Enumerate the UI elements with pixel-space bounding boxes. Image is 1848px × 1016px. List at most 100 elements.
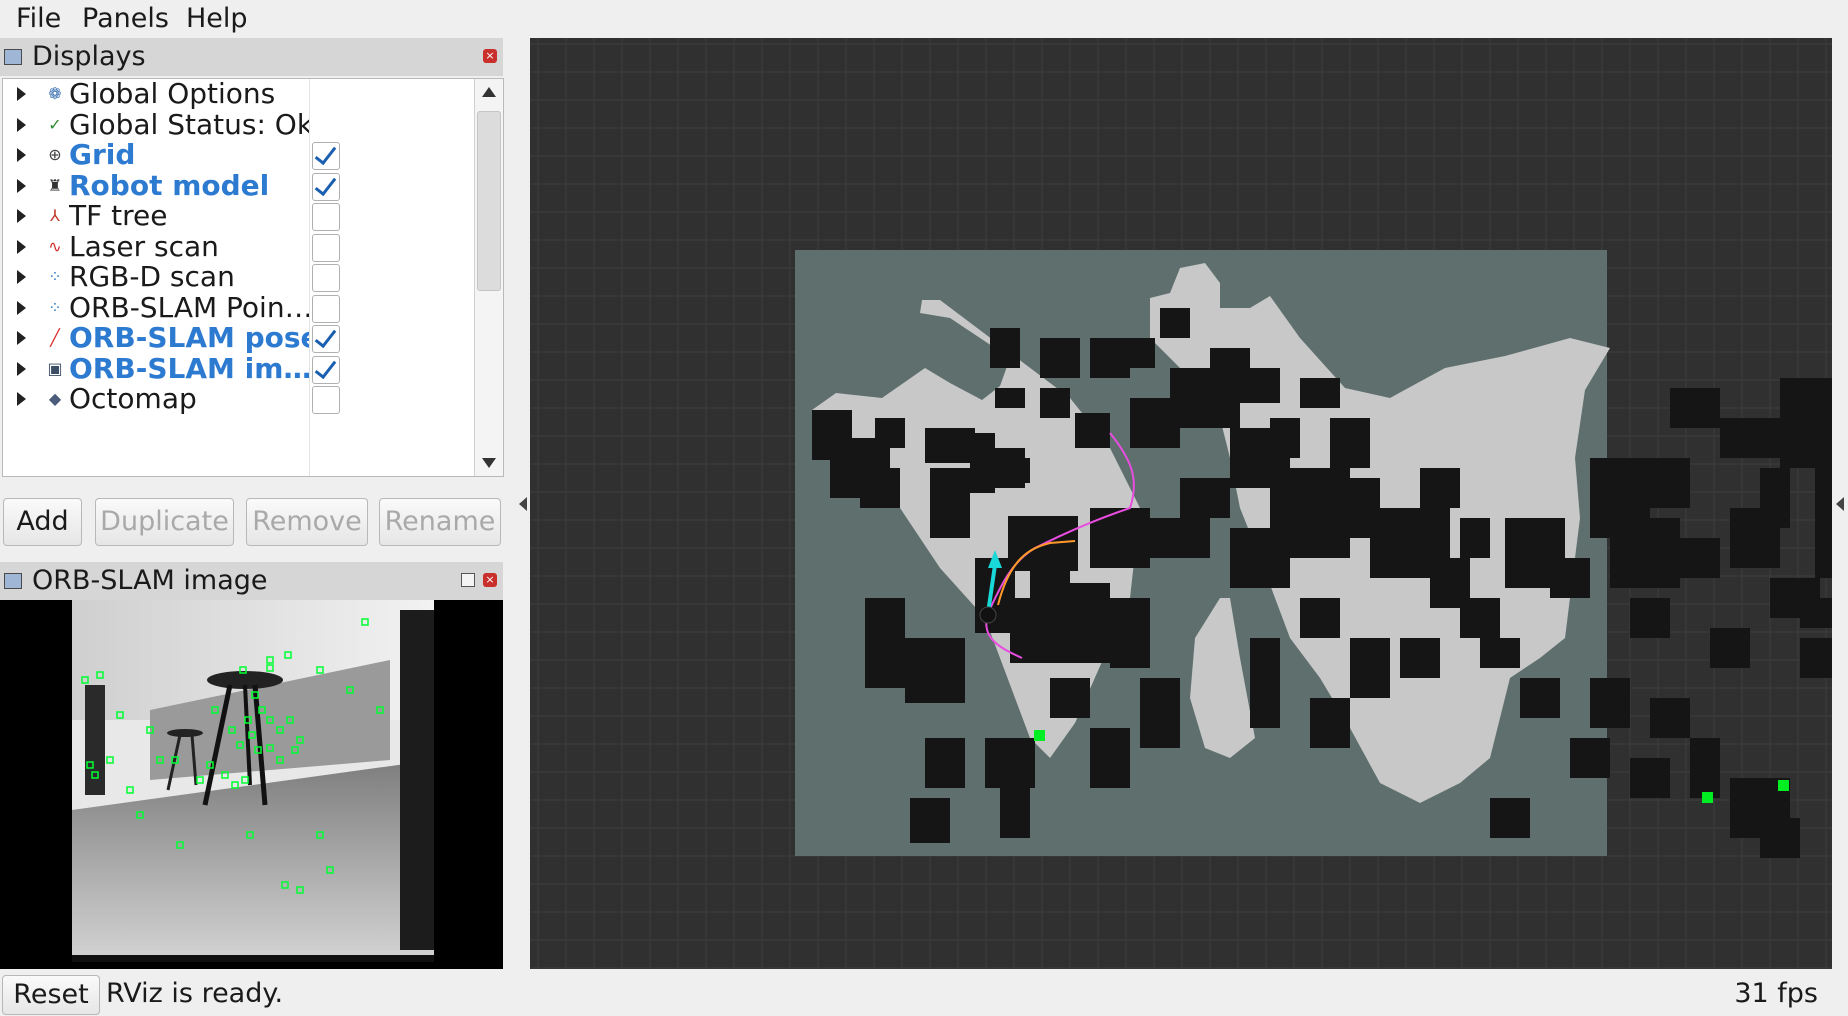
image-panel-title: ORB-SLAM image [32,565,268,596]
laser-icon: ∿ [48,236,62,256]
camera-image [72,600,434,962]
obstacle-cell [1250,638,1280,728]
obstacle-cell [1800,598,1832,628]
3d-viewport[interactable] [530,38,1832,969]
expand-arrow-icon[interactable] [17,300,26,315]
octomap-icon: ◆ [48,389,62,408]
displays-panel-header: Displays × [0,38,503,76]
map-view[interactable] [530,38,1832,969]
obstacle-cell [1815,458,1832,578]
fps-counter: 31 fps [1734,978,1818,1009]
obstacle-cell [1460,518,1490,558]
obstacle-cell [1420,468,1460,508]
obstacle-cell [1300,598,1340,638]
duplicate-button[interactable]: Duplicate [95,498,234,546]
obstacle-cell [1310,698,1350,748]
enable-checkbox[interactable] [312,203,340,231]
obstacle-cell [1330,418,1370,468]
robot-icon: ♜ [47,175,63,195]
obstacle-cell [1680,538,1720,578]
obstacle-cell [1160,308,1190,338]
add-button[interactable]: Add [3,498,82,546]
obstacle-cell [1650,698,1690,738]
obstacle-cell [1400,638,1440,678]
obstacle-cell [1350,638,1390,698]
obstacle-cell [875,418,905,448]
obstacle-cell [1630,758,1670,798]
obstacle-cell [925,428,975,463]
expand-arrow-icon[interactable] [17,148,26,162]
axes-icon: ⅄ [50,206,60,225]
collapse-right-icon[interactable] [1836,497,1844,511]
pointcloud-icon: ⁘ [48,267,62,286]
obstacle-cell [985,448,1025,488]
displays-tree[interactable]: ❁ Global Options ✓ Global Status: Ok ⊕ Grid ♜ R… [2,77,504,477]
display-item-label: Octomap [69,382,197,415]
obstacle-cell [995,388,1025,408]
enable-checkbox[interactable] [312,355,340,384]
check-icon: ✓ [48,114,62,134]
obstacle-cell [1090,338,1130,378]
expand-arrow-icon[interactable] [17,117,26,132]
rename-button[interactable]: Rename [379,498,501,546]
enable-checkbox[interactable] [312,264,340,292]
display-item-octomap[interactable]: ◆ Octomap [3,381,473,417]
enable-checkbox[interactable] [312,386,340,414]
obstacle-cell [1040,338,1080,378]
displays-scrollbar[interactable] [474,79,503,476]
obstacle-cell [1720,418,1780,458]
enable-checkbox[interactable] [312,294,340,323]
menu-panels[interactable]: Panels [82,0,169,38]
expand-arrow-icon[interactable] [17,209,26,223]
camera-image-view [0,600,503,969]
image-icon: ▣ [47,358,63,378]
status-bar: Reset RViz is ready. 31 fps [0,972,1848,1016]
menu-file[interactable]: File [16,0,61,38]
obstacle-cell [1130,338,1155,368]
expand-arrow-icon[interactable] [17,392,26,406]
close-icon[interactable]: × [483,49,497,63]
expand-arrow-icon[interactable] [17,361,26,376]
enable-checkbox[interactable] [312,142,340,170]
menu-help[interactable]: Help [186,0,248,38]
collapse-left-icon[interactable] [519,497,527,511]
obstacle-cell [1590,678,1630,728]
reset-button[interactable]: Reset [2,975,100,1015]
enable-checkbox[interactable] [312,172,340,201]
obstacle-cell [1140,678,1180,748]
displays-panel-title: Displays [32,41,146,72]
close-icon[interactable]: × [483,573,497,587]
scrollbar-thumb[interactable] [477,111,501,291]
obstacle-cell [1800,638,1832,678]
scroll-up-icon[interactable] [482,87,496,97]
obstacle-cell [1760,818,1800,858]
obstacle-cell [1180,478,1230,518]
obstacle-cell [985,738,1035,788]
obstacle-cell [1640,458,1690,508]
obstacle-cell [860,468,900,508]
enable-checkbox[interactable] [312,325,340,353]
obstacle-cell [1040,388,1070,418]
obstacle-cell [865,598,905,688]
obstacle-cell [1150,518,1210,558]
obstacle-cell [1270,418,1300,458]
enable-checkbox[interactable] [312,233,340,262]
remove-button[interactable]: Remove [246,498,368,546]
expand-arrow-icon[interactable] [17,239,26,254]
obstacle-cell [1780,378,1832,468]
undock-icon[interactable] [461,573,475,587]
obstacle-cell [925,738,965,788]
obstacle-cell [1075,413,1110,448]
obstacle-cell [1690,738,1720,798]
obstacle-cell [905,638,965,703]
scroll-down-icon[interactable] [482,458,496,468]
obstacle-cell [1710,628,1750,668]
grid-icon: ⊕ [48,145,62,164]
gear-icon: ❁ [48,84,62,103]
obstacle-cell [910,798,950,843]
expand-arrow-icon[interactable] [17,270,26,284]
expand-arrow-icon[interactable] [17,331,26,345]
obstacle-cell [1050,678,1090,718]
expand-arrow-icon[interactable] [17,178,26,193]
expand-arrow-icon[interactable] [17,87,26,101]
